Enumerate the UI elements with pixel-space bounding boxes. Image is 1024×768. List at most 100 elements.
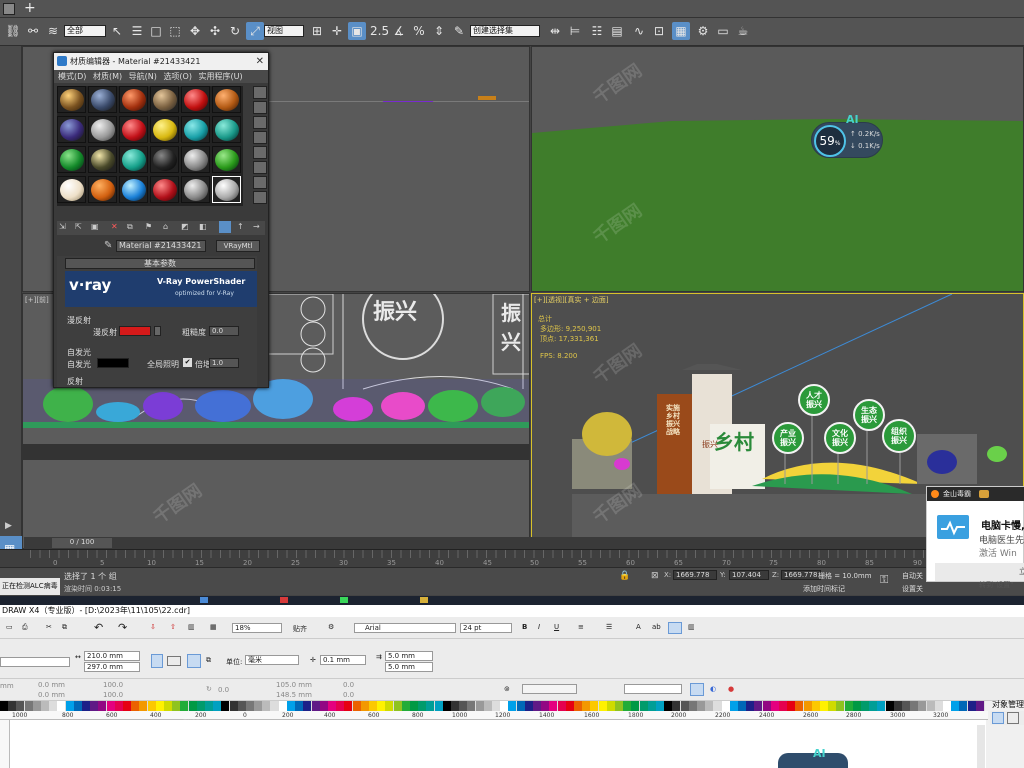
sample-slot[interactable] [88, 146, 117, 173]
snap-to-dropdown[interactable]: 贴齐 [293, 624, 307, 634]
palette-swatch[interactable] [500, 701, 509, 711]
palette-swatch[interactable] [451, 701, 459, 711]
target-icon[interactable]: ⊚ [504, 685, 510, 693]
taskbar-app-icon[interactable] [340, 597, 348, 603]
palette-swatch[interactable] [820, 701, 828, 711]
reference-coord-dropdown[interactable]: 视图 [264, 25, 304, 37]
edit-text-icon[interactable]: ab [652, 623, 661, 631]
rotate-icon[interactable]: ↻ [226, 22, 244, 40]
color-mode-icon[interactable]: ◐ [710, 685, 716, 693]
sample-slot[interactable] [212, 116, 241, 143]
copy-icon[interactable]: ⧉ [62, 623, 67, 632]
palette-swatch[interactable] [426, 701, 435, 711]
uv-tiling-icon[interactable] [253, 131, 267, 144]
palette-swatch[interactable] [49, 701, 58, 711]
palette-swatch[interactable] [656, 701, 664, 711]
pointer-mode-icon[interactable] [690, 683, 704, 696]
sample-slot[interactable] [57, 146, 86, 173]
palette-icon[interactable]: ● [728, 685, 734, 693]
sample-slot[interactable] [119, 176, 148, 203]
palette-swatch[interactable] [738, 701, 746, 711]
current-page-icon[interactable]: ⧉ [206, 656, 211, 665]
bind-spacewarp-icon[interactable]: ≋ [44, 22, 62, 40]
palette-swatch[interactable] [205, 701, 213, 711]
sample-slot[interactable] [181, 176, 210, 203]
palette-swatch[interactable] [229, 701, 238, 711]
palette-swatch[interactable] [344, 701, 353, 711]
sample-slot[interactable] [57, 176, 86, 203]
palette-swatch[interactable] [213, 701, 222, 711]
palette-swatch[interactable] [287, 701, 295, 711]
close-icon[interactable]: ✕ [256, 53, 264, 70]
zoom-level-dropdown[interactable]: 18% [232, 623, 282, 633]
italic-button[interactable]: I [538, 623, 540, 631]
zero-value-2[interactable]: 0.0 [343, 691, 354, 699]
make-preview-icon[interactable] [253, 161, 267, 174]
bold-button[interactable]: B [522, 623, 527, 631]
sample-slot[interactable] [88, 116, 117, 143]
eyedropper-icon[interactable]: ✎ [104, 240, 112, 251]
palette-swatch[interactable] [762, 701, 771, 711]
palette-swatch[interactable] [647, 701, 656, 711]
palette-swatch[interactable] [533, 701, 541, 711]
line-style-dropdown[interactable] [624, 684, 682, 694]
schematic-view-icon[interactable]: ⊡ [650, 22, 668, 40]
scale-icon[interactable]: ⤢ [246, 22, 264, 40]
y-coord-input[interactable]: 107.404 [729, 570, 769, 580]
taskbar-app-icon[interactable] [280, 597, 288, 603]
palette-swatch[interactable] [57, 701, 66, 711]
color-palette[interactable] [0, 701, 985, 711]
palette-swatch[interactable] [664, 701, 673, 711]
palette-swatch[interactable] [492, 701, 500, 711]
sample-slot[interactable] [181, 116, 210, 143]
palette-swatch[interactable] [779, 701, 787, 711]
object-manager-tab[interactable]: 对象管理 [992, 699, 1024, 710]
rotate-icon[interactable]: ↻ [206, 685, 212, 693]
rect-select-icon[interactable]: □ [147, 22, 165, 40]
sample-slot[interactable] [150, 86, 179, 113]
palette-swatch[interactable] [549, 701, 558, 711]
palette-swatch[interactable] [131, 701, 140, 711]
network-speed-widget[interactable]: 59% ↑ 0.2K/s ↓ 0.1K/s [811, 122, 883, 158]
get-material-icon[interactable]: ⇲ [59, 222, 66, 231]
cut-icon[interactable]: ✂ [46, 623, 52, 631]
sample-slot[interactable] [88, 176, 117, 203]
palette-swatch[interactable] [959, 701, 968, 711]
put-to-scene-icon[interactable]: ⇱ [75, 222, 82, 231]
palette-swatch[interactable] [123, 701, 131, 711]
menu-options[interactable]: 选项(O) [163, 72, 192, 81]
palette-swatch[interactable] [360, 701, 369, 711]
make-unique-icon[interactable]: ⚑ [145, 222, 152, 231]
spinner-snap-icon[interactable]: ⇕ [430, 22, 448, 40]
render-setup-icon[interactable]: ⚙ [694, 22, 712, 40]
print-icon[interactable]: ⎙ [22, 623, 28, 632]
x-pos[interactable]: 0.0 mm [38, 681, 65, 689]
palette-swatch[interactable] [967, 701, 976, 711]
palette-swatch[interactable] [237, 701, 246, 711]
set-key-button[interactable]: 设置关 [902, 584, 923, 594]
palette-swatch[interactable] [377, 701, 386, 711]
palette-swatch[interactable] [803, 701, 812, 711]
palette-swatch[interactable] [631, 701, 640, 711]
sample-slot[interactable] [150, 116, 179, 143]
maxscript-listener[interactable]: 正在检测ALC病毒 [0, 578, 60, 595]
size-w[interactable]: 105.0 mm [276, 681, 312, 689]
menu-mode[interactable]: 模式(D) [58, 72, 86, 81]
redo-icon[interactable]: ↷ [118, 621, 127, 634]
palette-swatch[interactable] [582, 701, 591, 711]
palette-swatch[interactable] [196, 701, 205, 711]
palette-swatch[interactable] [336, 701, 345, 711]
palette-swatch[interactable] [467, 701, 476, 711]
palette-swatch[interactable] [254, 701, 263, 711]
auto-key-button[interactable]: 自动关 [902, 571, 923, 581]
palette-swatch[interactable] [721, 701, 730, 711]
layer-manager-icon[interactable]: ☷ [588, 22, 606, 40]
edit-named-sel-icon[interactable]: ✎ [450, 22, 468, 40]
sample-slot[interactable] [57, 116, 86, 143]
palette-swatch[interactable] [114, 701, 123, 711]
diffuse-map-button[interactable] [154, 326, 161, 336]
palette-swatch[interactable] [319, 701, 328, 711]
render-icon[interactable]: ☕ [734, 22, 752, 40]
selection-filter-dropdown[interactable]: 全部 [64, 25, 106, 37]
palette-swatch[interactable] [885, 701, 894, 711]
